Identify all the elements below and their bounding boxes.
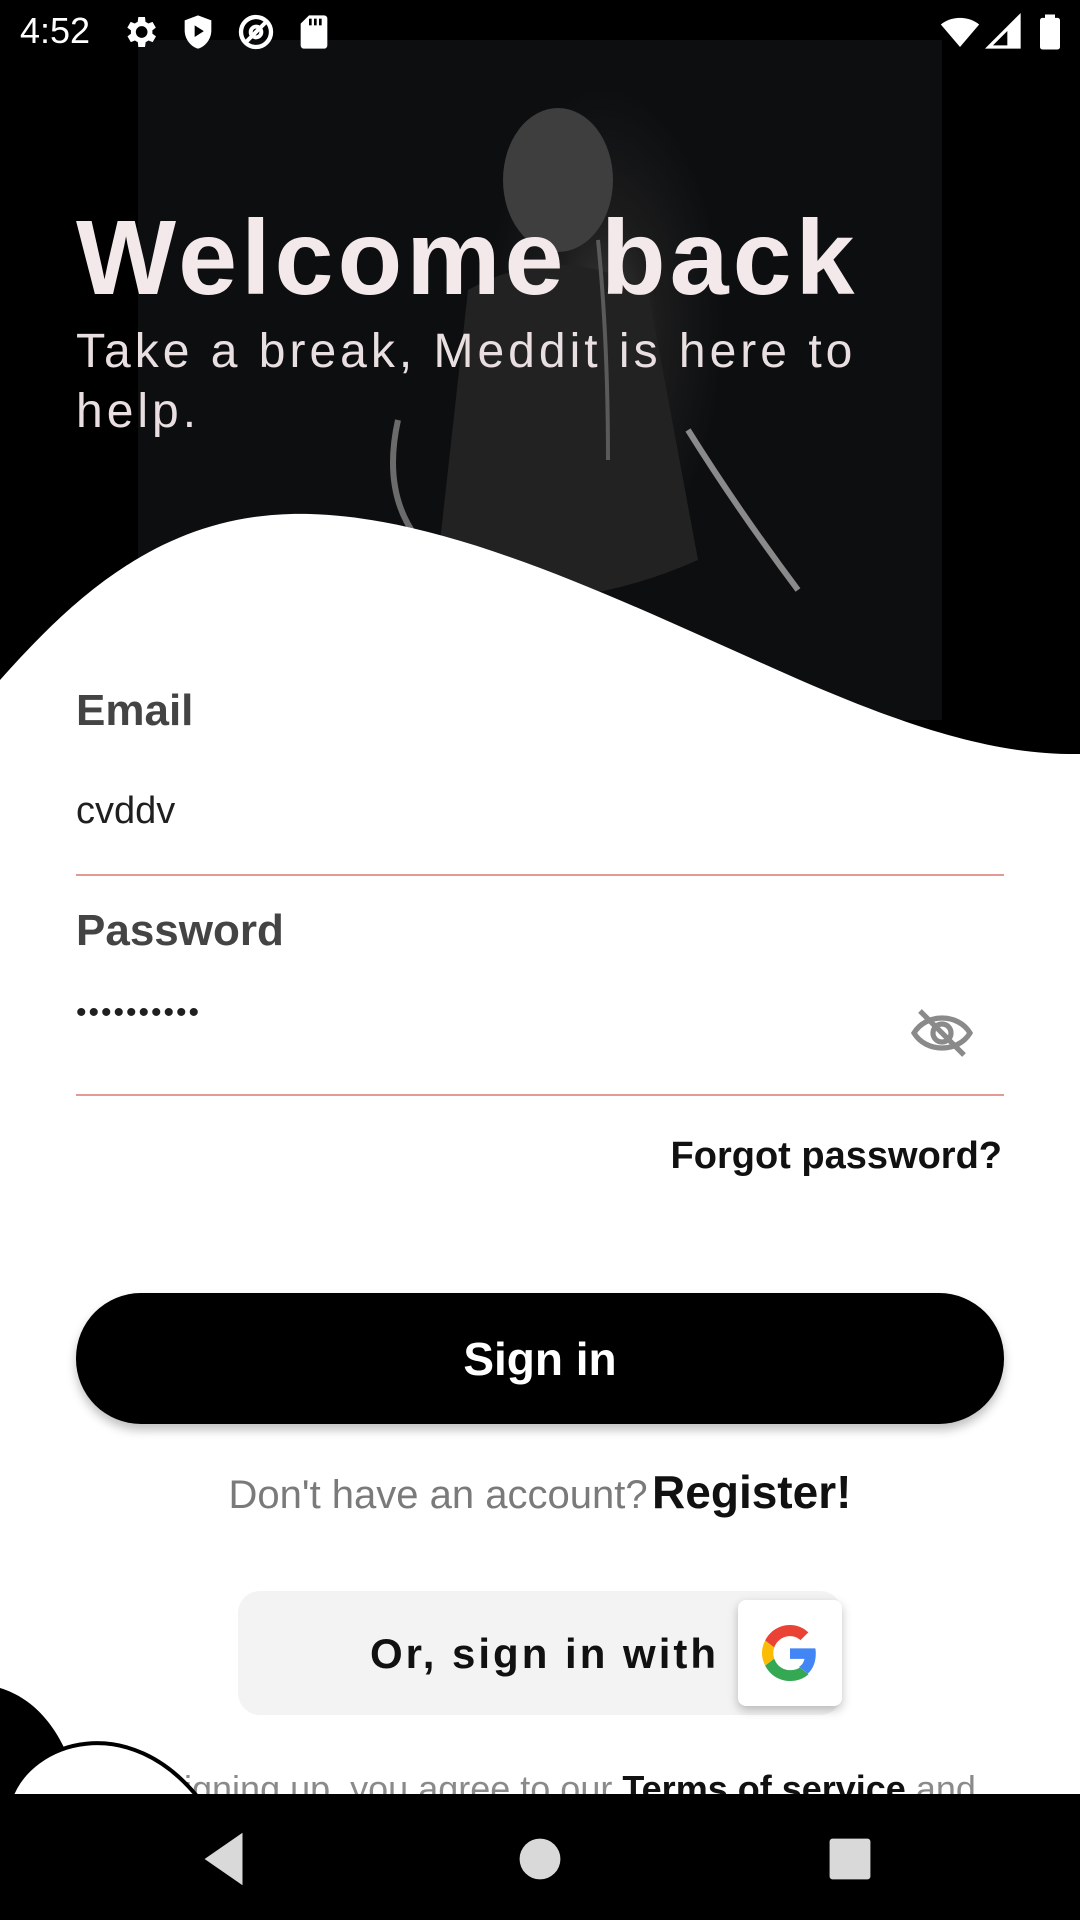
password-field[interactable]: •••••••••• [76,996,201,1030]
corner-decoration [0,1688,202,1800]
register-prompt: Don't have an account? [228,1473,648,1517]
sd-card-icon [300,15,328,49]
recents-icon[interactable] [815,1824,885,1894]
home-icon[interactable] [505,1824,575,1894]
google-icon [762,1625,816,1681]
login-screen: 4:52 Welcome back Take a break, Meddit i… [0,0,1080,1920]
register-row: Don't have an account? Register! [0,1465,1080,1519]
google-signin-button[interactable] [738,1600,842,1706]
back-icon[interactable] [190,1824,260,1894]
sign-in-button[interactable]: Sign in [76,1293,1004,1424]
page-subtitle: Take a break, Meddit is here to help. [76,325,857,438]
email-label: Email [76,686,194,735]
navigation-bar [0,1794,1080,1920]
forgot-password-link[interactable]: Forgot password? [671,1135,1002,1178]
email-underline [76,874,1004,876]
status-bar: 4:52 [0,0,1080,64]
password-underline [76,1094,1004,1096]
eye-off-icon[interactable] [910,1005,974,1061]
wifi-icon [940,17,980,47]
settings-icon [127,17,156,47]
status-time: 4:52 [20,10,91,51]
email-field[interactable]: cvddv [76,790,175,833]
shield-play-icon [184,15,212,49]
password-label: Password [76,906,284,955]
page-title: Welcome back [76,199,859,317]
register-link[interactable]: Register! [652,1466,851,1518]
signal-icon [984,12,1021,49]
battery-icon [1040,14,1060,50]
social-signin-label: Or, sign in with [370,1630,720,1677]
at-sign-icon [238,14,274,50]
